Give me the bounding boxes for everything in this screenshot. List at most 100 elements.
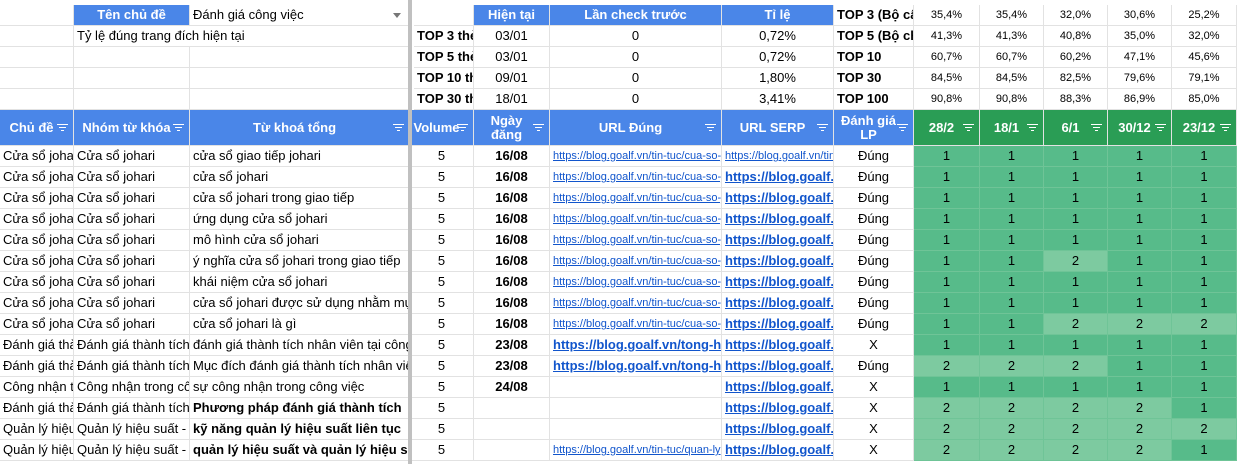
blank-cell[interactable] <box>190 89 410 110</box>
cell-url-serp[interactable]: https://blog.goalf.vn/ <box>722 272 834 293</box>
cell-group[interactable]: Quản lý hiệu suất - KPI <box>74 419 190 440</box>
cell-lp-eval[interactable]: Đúng <box>834 272 914 293</box>
cell-keyword[interactable]: cửa sổ johari là gì <box>190 314 410 335</box>
cell-rank[interactable]: 1 <box>980 293 1044 314</box>
summary-row-label[interactable]: TOP 5 thẻ <box>414 47 474 68</box>
cell-url-serp[interactable]: https://blog.goalf.vn/ <box>722 314 834 335</box>
cell-group[interactable]: Cửa sổ johari <box>74 167 190 188</box>
top-stat-value[interactable]: 60,2% <box>1044 47 1108 68</box>
cell-topic[interactable]: Công nhận trong công việc <box>0 377 74 398</box>
blank-cell[interactable] <box>0 68 74 89</box>
summary-header[interactable]: Hiện tại <box>474 5 550 26</box>
cell-rank[interactable]: 1 <box>1044 188 1108 209</box>
filter-icon[interactable] <box>533 123 544 132</box>
top-stat-value[interactable]: 32,0% <box>1172 26 1237 47</box>
cell-lp-eval[interactable]: Đúng <box>834 209 914 230</box>
cell-rank[interactable]: 1 <box>980 314 1044 335</box>
cell-rank[interactable]: 1 <box>1108 146 1172 167</box>
top-stat-value[interactable]: 79,1% <box>1172 68 1237 89</box>
cell-topic[interactable]: Cửa sổ johari <box>0 188 74 209</box>
cell-url-serp[interactable]: https://blog.goalf.vn/ <box>722 335 834 356</box>
cell-url-serp[interactable]: https://blog.goalf.vn/ <box>722 293 834 314</box>
cell-lp-eval[interactable]: Đúng <box>834 146 914 167</box>
cell-url-correct[interactable]: https://blog.goalf.vn/tin-tuc/cua-so-joh… <box>550 251 722 272</box>
topic-label[interactable]: Tên chủ đề <box>74 5 190 26</box>
cell-group[interactable]: Đánh giá thành tích <box>74 356 190 377</box>
column-header[interactable]: URL Đúng <box>550 110 722 146</box>
summary-header[interactable]: Lần check trước <box>550 5 722 26</box>
summary-rate[interactable]: 3,41% <box>722 89 834 110</box>
summary-row-label[interactable]: TOP 10 thẻ <box>414 68 474 89</box>
cell-date[interactable]: 16/08 <box>474 230 550 251</box>
cell-rank[interactable]: 1 <box>980 209 1044 230</box>
cell-rank[interactable]: 2 <box>980 356 1044 377</box>
summary-rate[interactable]: 0,72% <box>722 26 834 47</box>
top-stat-value[interactable]: 84,5% <box>980 68 1044 89</box>
cell-url-correct[interactable]: https://blog.goalf.vn/tin-tuc/cua-so-joh… <box>550 188 722 209</box>
cell-rank[interactable]: 1 <box>980 188 1044 209</box>
summary-row-label[interactable]: TOP 3 thẻ <box>414 26 474 47</box>
cell-rank[interactable]: 1 <box>1172 146 1237 167</box>
cell-rank[interactable]: 1 <box>1108 230 1172 251</box>
cell-rank[interactable]: 2 <box>1044 440 1108 461</box>
cell-url-serp[interactable]: https://blog.goalf.vn/ <box>722 377 834 398</box>
cell-rank[interactable]: 1 <box>1108 377 1172 398</box>
cell-rank[interactable]: 1 <box>1108 293 1172 314</box>
top-stat-value[interactable]: 30,6% <box>1108 5 1172 26</box>
cell-topic[interactable]: Quản lý hiệu suất <box>0 419 74 440</box>
cell-volume[interactable]: 5 <box>410 251 474 272</box>
top-stat-value[interactable]: 32,0% <box>1044 5 1108 26</box>
cell-rank[interactable]: 1 <box>1044 272 1108 293</box>
top-stat-value[interactable]: 35,0% <box>1108 26 1172 47</box>
cell-rank[interactable]: 1 <box>914 167 980 188</box>
cell-date[interactable]: 16/08 <box>474 314 550 335</box>
filter-icon[interactable] <box>173 123 184 132</box>
top-stat-value[interactable]: 35,4% <box>980 5 1044 26</box>
top-stat-label[interactable]: TOP 10 <box>834 47 914 68</box>
cell-group[interactable]: Cửa sổ johari <box>74 314 190 335</box>
column-header[interactable]: Nhóm từ khóa <box>74 110 190 146</box>
cell-rank[interactable]: 1 <box>914 146 980 167</box>
cell-topic[interactable]: Cửa sổ johari <box>0 293 74 314</box>
cell-rank[interactable]: 1 <box>914 377 980 398</box>
cell-rank[interactable]: 2 <box>1108 398 1172 419</box>
filter-icon[interactable] <box>1220 123 1231 132</box>
cell-lp-eval[interactable]: Đúng <box>834 293 914 314</box>
cell-group[interactable]: Quản lý hiệu suất - KPI <box>74 440 190 461</box>
top-stat-label[interactable]: TOP 100 <box>834 89 914 110</box>
column-header[interactable]: Volume <box>410 110 474 146</box>
filter-icon[interactable] <box>897 123 908 132</box>
cell-rank[interactable]: 1 <box>1044 293 1108 314</box>
filter-icon[interactable] <box>1027 123 1038 132</box>
cell-rank[interactable]: 1 <box>1108 335 1172 356</box>
cell-date[interactable]: 16/08 <box>474 209 550 230</box>
cell-rank[interactable]: 1 <box>1172 209 1237 230</box>
cell-date[interactable]: 16/08 <box>474 272 550 293</box>
blank-cell[interactable] <box>190 68 410 89</box>
cell-url-correct[interactable]: https://blog.goalf.vn/tin-tuc/cua-so-joh… <box>550 146 722 167</box>
cell-rank[interactable]: 2 <box>1108 314 1172 335</box>
column-header[interactable]: 30/12 <box>1108 110 1172 146</box>
cell-rank[interactable]: 1 <box>980 377 1044 398</box>
column-header[interactable]: 23/12 <box>1172 110 1237 146</box>
top-stat-value[interactable]: 47,1% <box>1108 47 1172 68</box>
summary-prev[interactable]: 0 <box>550 26 722 47</box>
cell-rank[interactable]: 2 <box>914 398 980 419</box>
column-header[interactable]: Từ khoá tổng <box>190 110 410 146</box>
cell-rank[interactable]: 1 <box>1172 188 1237 209</box>
top-stat-value[interactable]: 60,7% <box>980 47 1044 68</box>
cell-url-serp[interactable]: https://blog.goalf.vn/ <box>722 440 834 461</box>
cell-rank[interactable]: 2 <box>914 356 980 377</box>
cell-rank[interactable]: 1 <box>1108 251 1172 272</box>
cell-url-serp[interactable]: https://blog.goalf.vn/tin-tuc/cua-so-joh… <box>722 146 834 167</box>
cell-rank[interactable]: 2 <box>914 419 980 440</box>
cell-lp-eval[interactable]: X <box>834 377 914 398</box>
filter-icon[interactable] <box>705 123 716 132</box>
summary-current[interactable]: 03/01 <box>474 26 550 47</box>
cell-rank[interactable]: 1 <box>1044 335 1108 356</box>
top-stat-value[interactable]: 82,5% <box>1044 68 1108 89</box>
cell-volume[interactable]: 5 <box>410 377 474 398</box>
cell-url-correct[interactable]: https://blog.goalf.vn/tin-tuc/cua-so-joh… <box>550 272 722 293</box>
cell-lp-eval[interactable]: X <box>834 335 914 356</box>
cell-rank[interactable]: 1 <box>980 272 1044 293</box>
